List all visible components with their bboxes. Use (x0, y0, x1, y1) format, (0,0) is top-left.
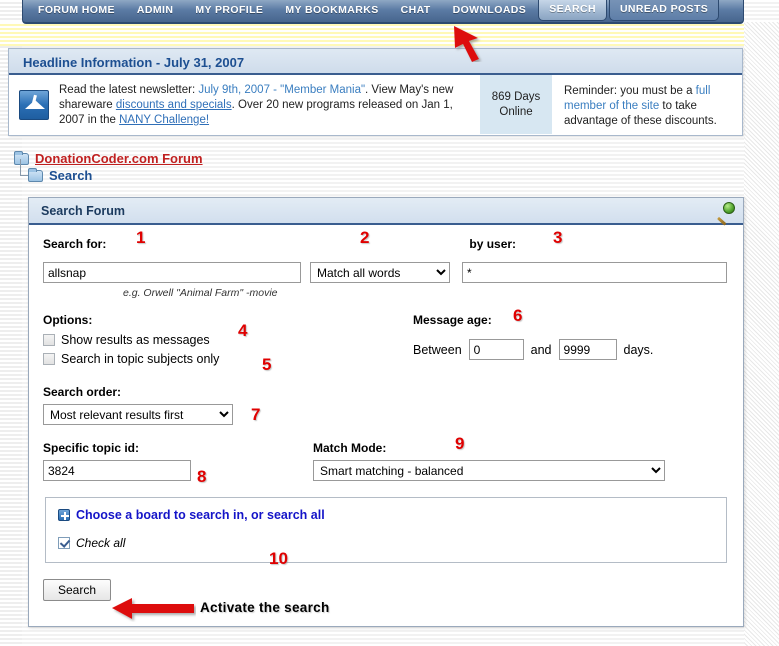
newsletter-link[interactable]: July 9th, 2007 - "Member Mania" (198, 84, 365, 96)
annotation-number-2: 2 (360, 228, 370, 247)
check-all-label: Check all (76, 536, 126, 550)
nav-tab-admin[interactable]: ADMIN (127, 1, 183, 21)
nav-tab-forum-home[interactable]: FORUM HOME (28, 1, 125, 21)
breadcrumb-row-root: DonationCoder.com Forum (14, 150, 203, 167)
days-online-badge: 869 Days Online (480, 75, 552, 134)
breadcrumb-row-current: Search (14, 159, 203, 184)
days-label: days. (623, 342, 654, 357)
nav-tab-search[interactable]: SEARCH (538, 0, 607, 21)
search-submit-button[interactable]: Search (43, 579, 112, 601)
option-show-results-row[interactable]: Show results as messages (43, 331, 413, 350)
search-order-select[interactable]: Most relevant results first (43, 404, 233, 425)
show-results-checkbox[interactable] (43, 334, 55, 346)
search-forum-panel: Search Forum Search for: by user: Match … (28, 197, 744, 627)
age-min-input[interactable] (468, 339, 524, 360)
match-mode-label: Match Mode: (313, 441, 387, 455)
match-mode-select[interactable]: Smart matching - balanced (313, 460, 665, 481)
handle-part (717, 216, 727, 226)
search-input[interactable] (43, 262, 301, 283)
annotation-number-9: 9 (455, 434, 465, 453)
check-all-checkbox[interactable] (58, 537, 70, 549)
headline-title: Headline Information - July 31, 2007 (9, 49, 742, 75)
nav-tab-chat[interactable]: CHAT (391, 1, 441, 21)
breadcrumb-current: Search (49, 168, 93, 183)
and-label: and (530, 342, 552, 357)
headline-information-panel: Headline Information - July 31, 2007 Rea… (8, 48, 743, 136)
nav-tab-downloads[interactable]: DOWNLOADS (443, 1, 537, 21)
annotation-number-1: 1 (136, 228, 146, 247)
headline-text-part1: Read the latest newsletter: (59, 84, 199, 96)
nav-tab-my-profile[interactable]: MY PROFILE (185, 1, 273, 21)
expand-plus-icon[interactable] (58, 509, 70, 521)
headline-icon-wrap (9, 75, 59, 134)
nav-tab-unread-posts[interactable]: UNREAD POSTS (608, 0, 720, 21)
search-syntax-hint: e.g. Orwell "Animal Farm" -movie (123, 287, 278, 299)
choose-board-link[interactable]: Choose a board to search in, or search a… (76, 508, 325, 522)
search-for-label: Search for: (43, 237, 107, 251)
option-subjects-only-row[interactable]: Search in topic subjects only (43, 350, 413, 369)
annotation-number-8: 8 (197, 467, 207, 486)
breadcrumb-root-link[interactable]: DonationCoder.com Forum (35, 151, 203, 166)
board-selection-box: Choose a board to search in, or search a… (45, 497, 727, 563)
newsletter-icon (19, 89, 49, 120)
annotation-number-6: 6 (513, 306, 523, 325)
subjects-only-label: Search in topic subjects only (61, 352, 220, 366)
globe-part (723, 201, 735, 214)
match-words-select[interactable]: Match all words (310, 262, 450, 283)
magnifier-globe-icon[interactable] (717, 201, 735, 226)
annotation-number-7: 7 (251, 405, 261, 424)
main-navigation-tabs: FORUM HOME ADMIN MY PROFILE MY BOOKMARKS… (22, 0, 744, 24)
subjects-only-checkbox[interactable] (43, 353, 55, 365)
breadcrumb: DonationCoder.com Forum Search (14, 150, 203, 184)
between-label: Between (413, 342, 462, 357)
reminder-part1: Reminder: you must be a (564, 85, 696, 97)
age-max-input[interactable] (558, 339, 617, 360)
options-label: Options: (43, 313, 93, 327)
membership-reminder: Reminder: you must be a full member of t… (552, 75, 742, 134)
search-order-label: Search order: (43, 385, 122, 399)
search-panel-header: Search Forum (29, 198, 743, 226)
annotation-number-4: 4 (238, 321, 248, 340)
message-age-label: Message age: (413, 313, 492, 327)
arrow-to-search-tab (454, 26, 479, 62)
by-user-label: by user: (469, 237, 517, 251)
annotation-number-5: 5 (262, 355, 272, 374)
show-results-label: Show results as messages (61, 333, 210, 347)
search-panel-title: Search Forum (41, 203, 126, 218)
choose-board-row[interactable]: Choose a board to search in, or search a… (58, 508, 714, 522)
topic-id-label: Specific topic id: (43, 441, 140, 455)
nav-tab-my-bookmarks[interactable]: MY BOOKMARKS (275, 1, 388, 21)
headline-text: Read the latest newsletter: July 9th, 20… (59, 75, 480, 134)
annotation-number-3: 3 (553, 228, 563, 247)
by-user-input[interactable] (462, 262, 727, 283)
check-all-row[interactable]: Check all (58, 536, 714, 550)
nany-challenge-link[interactable]: NANY Challenge! (119, 114, 209, 126)
right-margin-texture (744, 22, 779, 646)
arrow-to-search-button (112, 598, 194, 619)
yellow-stripe-band (0, 22, 779, 46)
discounts-and-specials-link[interactable]: discounts and specials (116, 99, 232, 111)
folder-icon (28, 167, 43, 182)
annotation-number-10: 10 (269, 549, 288, 568)
topic-id-input[interactable] (43, 460, 191, 481)
activate-search-annotation: Activate the search (200, 600, 330, 615)
